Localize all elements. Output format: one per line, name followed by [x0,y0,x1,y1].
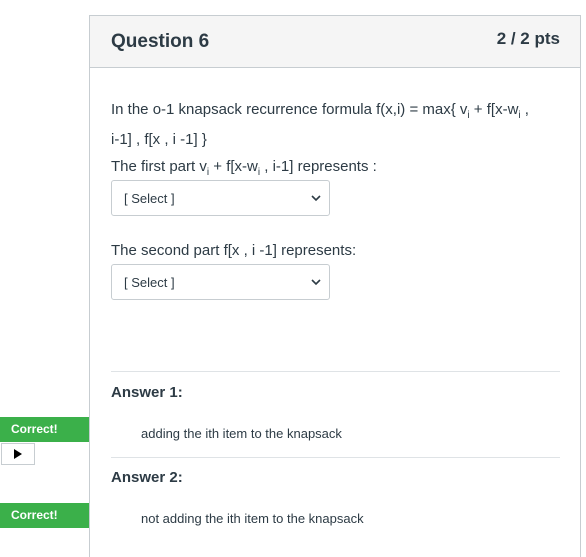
prompt-text-part: The first part v [111,158,207,175]
question-text-part: i-1] , f[x , i -1] } [111,131,207,148]
question-title: Question 6 [111,31,210,52]
prompt-second-part: The second part f[x , i -1] represents: [111,242,357,259]
question-text: In the o-1 knapsack recurrence formula f… [111,98,566,152]
divider [111,371,560,372]
question-points: 2 / 2 pts [496,29,560,48]
answer-2-label: Answer 2: [111,469,183,486]
play-button[interactable] [1,443,35,465]
answer-1-label: Answer 1: [111,384,183,401]
answer-1-text: adding the ith item to the knapsack [141,426,342,441]
question-card: Question 6 2 / 2 pts In the o-1 knapsack… [89,15,581,557]
question-header: Question 6 2 / 2 pts [90,16,580,68]
select-value: [ Select ] [124,275,175,290]
chevron-down-icon [311,279,321,286]
question-text-part: , [520,101,529,118]
question-text-part: + f[x-w [469,101,519,118]
divider [111,457,560,458]
correct-badge-label: Correct! [11,508,58,522]
prompt-first-part: The first part vi + f[x-wi , i-1] repres… [111,158,377,178]
select-value: [ Select ] [124,191,175,206]
answer-select-2[interactable]: [ Select ] [111,264,330,300]
play-icon [14,449,22,459]
chevron-down-icon [311,195,321,202]
question-text-part: In the o-1 knapsack recurrence formula f… [111,101,468,118]
correct-badge-label: Correct! [11,422,58,436]
answer-2-text: not adding the ith item to the knapsack [141,511,364,526]
prompt-text-part: , i-1] represents : [260,158,377,175]
answer-select-1[interactable]: [ Select ] [111,180,330,216]
prompt-text-part: + f[x-w [209,158,258,175]
